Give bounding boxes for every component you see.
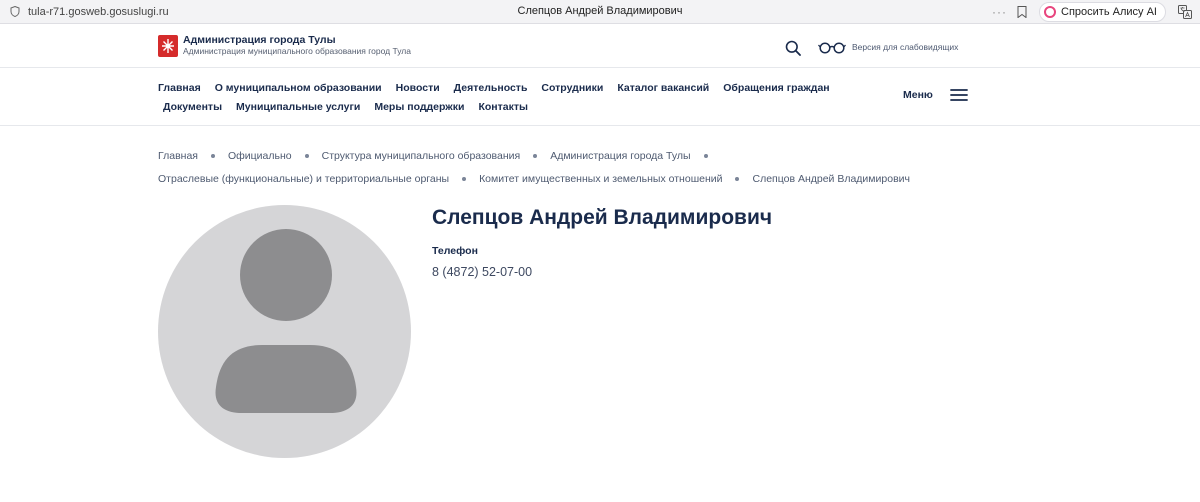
nav-item-activity[interactable]: Деятельность bbox=[454, 82, 528, 94]
nav-item-appeals[interactable]: Обращения граждан bbox=[723, 82, 829, 94]
breadcrumb-separator bbox=[703, 154, 708, 158]
ask-alice-button[interactable]: Спросить Алису AI bbox=[1039, 2, 1166, 22]
more-icon[interactable]: ··· bbox=[992, 5, 1007, 19]
nav-item-news[interactable]: Новости bbox=[396, 82, 440, 94]
breadcrumb: Главная Официально Структура муниципальн… bbox=[158, 150, 721, 162]
nav-item-services[interactable]: Муниципальные услуги bbox=[236, 101, 360, 113]
search-icon[interactable] bbox=[785, 40, 801, 56]
org-subtitle: Администрация муниципального образования… bbox=[183, 46, 411, 56]
shield-icon bbox=[10, 6, 20, 17]
breadcrumb-separator bbox=[210, 154, 215, 158]
breadcrumb-separator bbox=[533, 154, 538, 158]
menu-button[interactable]: Меню bbox=[903, 89, 933, 101]
breadcrumb-committee[interactable]: Комитет имущественных и земельных отноше… bbox=[479, 173, 722, 185]
nav-item-vacancies[interactable]: Каталог вакансий bbox=[617, 82, 709, 94]
browser-toolbar: tula-r71.gosweb.gosuslugi.ru Слепцов Анд… bbox=[0, 0, 1200, 24]
translate-icon[interactable] bbox=[1178, 5, 1192, 19]
nav-item-contacts[interactable]: Контакты bbox=[478, 101, 528, 113]
main-nav: Главная О муниципальном образовании Ново… bbox=[0, 68, 1200, 126]
nav-item-home[interactable]: Главная bbox=[158, 82, 201, 94]
nav-row-secondary: Документы Муниципальные услуги Меры подд… bbox=[163, 101, 542, 113]
phone-value[interactable]: 8 (4872) 52-07-00 bbox=[432, 265, 532, 279]
breadcrumb-continued: Отраслевые (функциональные) и территориа… bbox=[158, 173, 910, 185]
page-title: Слепцов Андрей Владимирович bbox=[432, 206, 773, 229]
nav-item-staff[interactable]: Сотрудники bbox=[541, 82, 603, 94]
address-bar[interactable]: tula-r71.gosweb.gosuslugi.ru bbox=[0, 6, 360, 18]
org-title: Администрация города Тулы bbox=[183, 34, 336, 46]
breadcrumb-bodies[interactable]: Отраслевые (функциональные) и территориа… bbox=[158, 173, 449, 185]
ask-alice-label: Спросить Алису AI bbox=[1061, 6, 1157, 18]
breadcrumb-separator bbox=[462, 177, 467, 181]
breadcrumb-home[interactable]: Главная bbox=[158, 150, 198, 162]
breadcrumb-administration[interactable]: Администрация города Тулы bbox=[550, 150, 690, 162]
alice-icon bbox=[1044, 6, 1057, 18]
nav-item-support[interactable]: Меры поддержки bbox=[374, 101, 464, 113]
site-header: Администрация города Тулы Администрация … bbox=[0, 24, 1200, 68]
nav-item-documents[interactable]: Документы bbox=[163, 101, 222, 113]
emblem-icon bbox=[158, 34, 178, 57]
site-logo[interactable]: Администрация города Тулы Администрация … bbox=[158, 34, 411, 57]
url-text[interactable]: tula-r71.gosweb.gosuslugi.ru bbox=[28, 6, 169, 18]
breadcrumb-structure[interactable]: Структура муниципального образования bbox=[322, 150, 521, 162]
low-vision-link[interactable]: Версия для слабовидящих bbox=[852, 42, 958, 52]
hamburger-icon[interactable] bbox=[950, 88, 968, 102]
breadcrumb-current: Слепцов Андрей Владимирович bbox=[752, 173, 910, 185]
phone-label: Телефон bbox=[432, 245, 478, 257]
breadcrumb-separator bbox=[304, 154, 309, 158]
nav-item-about[interactable]: О муниципальном образовании bbox=[215, 82, 382, 94]
nav-row-primary: Главная О муниципальном образовании Ново… bbox=[158, 82, 844, 94]
bookmark-icon[interactable] bbox=[1017, 6, 1027, 18]
glasses-icon[interactable] bbox=[818, 42, 846, 54]
breadcrumb-separator bbox=[735, 177, 740, 181]
user-placeholder-icon bbox=[215, 229, 357, 413]
breadcrumb-official[interactable]: Официально bbox=[228, 150, 292, 162]
avatar bbox=[158, 205, 411, 458]
